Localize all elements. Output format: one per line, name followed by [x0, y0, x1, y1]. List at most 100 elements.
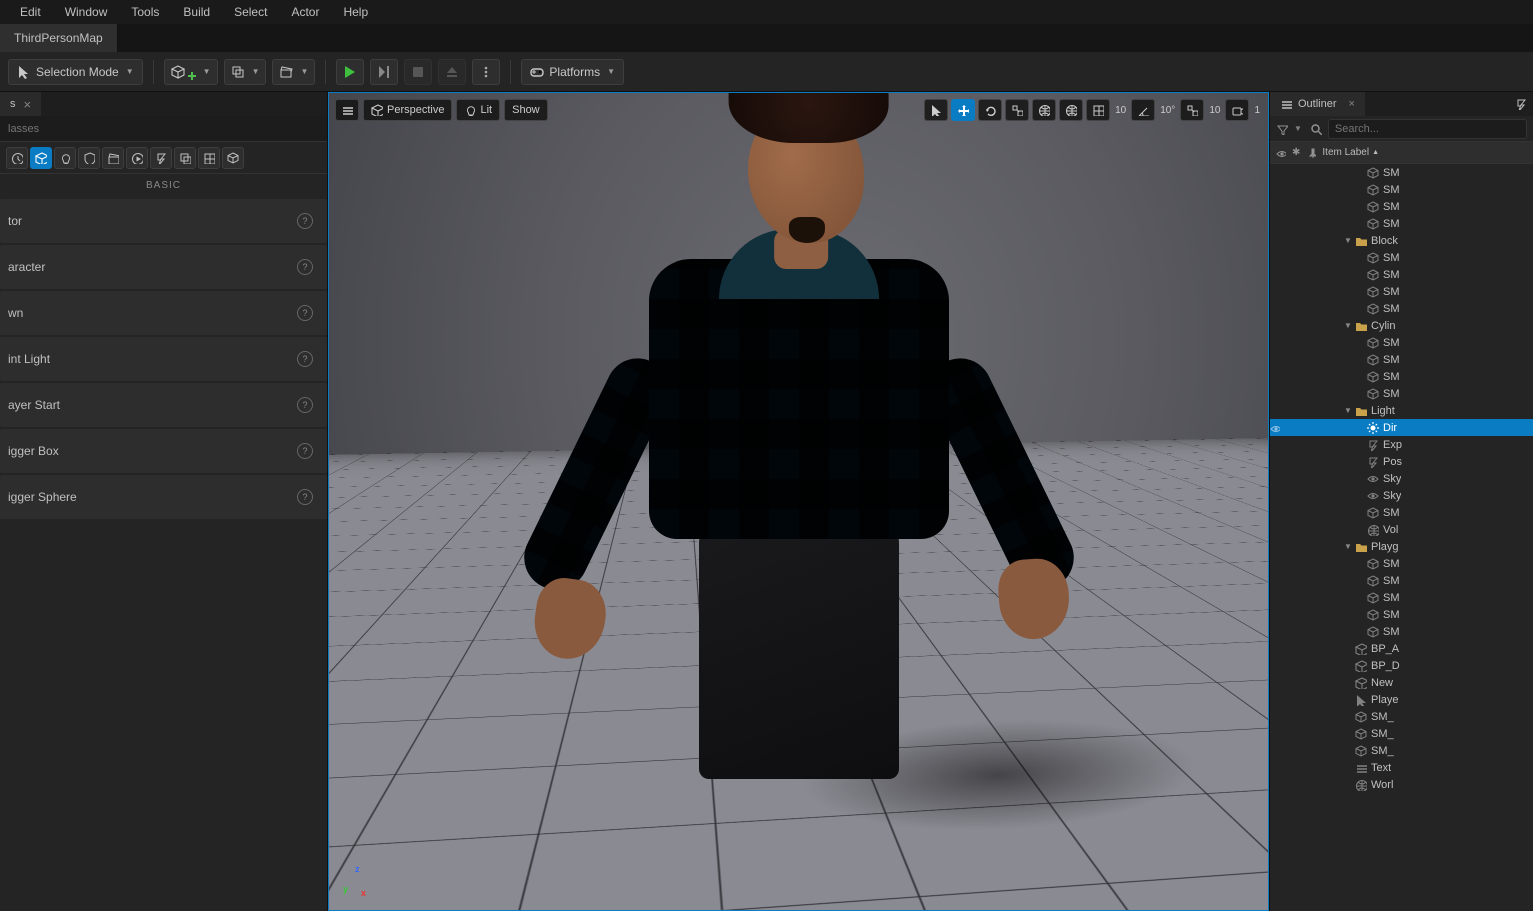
outliner-row[interactable]: SM [1270, 606, 1533, 623]
outliner-row[interactable]: SM [1270, 164, 1533, 181]
filter-basic[interactable] [30, 147, 52, 169]
place-actors-tab[interactable]: s × [0, 92, 41, 116]
menu-help[interactable]: Help [331, 5, 380, 19]
place-actor-item[interactable]: tor? [0, 199, 327, 243]
outliner-row[interactable]: SM [1270, 181, 1533, 198]
camera-speed-value[interactable]: 1 [1254, 105, 1260, 116]
place-actors-search[interactable] [0, 116, 327, 142]
outliner-row[interactable]: SM [1270, 300, 1533, 317]
outliner-row[interactable]: SM [1270, 334, 1533, 351]
translate-tool[interactable] [951, 99, 975, 121]
menu-select[interactable]: Select [222, 5, 279, 19]
surface-snap-toggle[interactable] [1059, 99, 1083, 121]
outliner-row[interactable]: BP_A [1270, 640, 1533, 657]
eject-button[interactable] [438, 59, 466, 85]
outliner-row[interactable]: ▼Playg [1270, 538, 1533, 555]
filter-cinematic[interactable] [102, 147, 124, 169]
grid-snap-value[interactable]: 10 [1115, 105, 1126, 116]
level-tab[interactable]: ThirdPersonMap [0, 24, 118, 52]
play-button[interactable] [336, 59, 364, 85]
menu-edit[interactable]: Edit [8, 5, 53, 19]
place-actor-item[interactable]: ayer Start? [0, 383, 327, 427]
outliner-row[interactable]: Text [1270, 759, 1533, 776]
outliner-row[interactable]: Exp [1270, 436, 1533, 453]
place-actor-item[interactable]: igger Box? [0, 429, 327, 473]
grid-snap-toggle[interactable] [1086, 99, 1110, 121]
close-icon[interactable]: × [24, 97, 32, 112]
perspective-dropdown[interactable]: Perspective [363, 99, 452, 121]
outliner-row[interactable]: Worl [1270, 776, 1533, 793]
outliner-row[interactable]: Dir [1270, 419, 1533, 436]
outliner-row[interactable]: SM [1270, 368, 1533, 385]
filter-icon[interactable] [1276, 123, 1288, 135]
pin-icon[interactable] [1306, 148, 1316, 158]
play-options-button[interactable] [472, 59, 500, 85]
place-actor-item[interactable]: aracter? [0, 245, 327, 289]
outliner-row[interactable]: SM [1270, 555, 1533, 572]
filter-volumes[interactable] [198, 147, 220, 169]
outliner-row[interactable]: ▼Cylin [1270, 317, 1533, 334]
coord-space-toggle[interactable] [1032, 99, 1056, 121]
scale-snap-toggle[interactable] [1180, 99, 1204, 121]
outliner-row[interactable]: SM [1270, 623, 1533, 640]
scale-tool[interactable] [1005, 99, 1029, 121]
outliner-row[interactable]: Vol [1270, 521, 1533, 538]
outliner-row[interactable]: ▼Light [1270, 402, 1533, 419]
step-button[interactable] [370, 59, 398, 85]
outliner-row[interactable]: BP_D [1270, 657, 1533, 674]
help-icon[interactable]: ? [297, 259, 313, 275]
outliner-row[interactable]: SM [1270, 249, 1533, 266]
outliner-row[interactable]: SM [1270, 351, 1533, 368]
place-actor-item[interactable]: igger Sphere? [0, 475, 327, 519]
place-actor-item[interactable]: wn? [0, 291, 327, 335]
outliner-row[interactable]: New [1270, 674, 1533, 691]
details-tab-fragment[interactable] [1509, 92, 1533, 116]
class-search-input[interactable] [8, 123, 319, 135]
menu-tools[interactable]: Tools [119, 5, 171, 19]
scale-snap-value[interactable]: 10 [1209, 105, 1220, 116]
menu-actor[interactable]: Actor [279, 5, 331, 19]
help-icon[interactable]: ? [297, 489, 313, 505]
outliner-row[interactable]: ▼Block [1270, 232, 1533, 249]
filter-fx[interactable] [150, 147, 172, 169]
help-icon[interactable]: ? [297, 213, 313, 229]
outliner-row[interactable]: Sky [1270, 487, 1533, 504]
help-icon[interactable]: ? [297, 305, 313, 321]
menu-window[interactable]: Window [53, 5, 120, 19]
angle-snap-value[interactable]: 10° [1160, 105, 1175, 116]
place-actor-item[interactable]: int Light? [0, 337, 327, 381]
cinematics-dropdown[interactable]: ▼ [272, 59, 315, 85]
outliner-row[interactable]: SM_ [1270, 742, 1533, 759]
viewport-options-menu[interactable] [335, 99, 359, 121]
filter-lights[interactable] [54, 147, 76, 169]
character-mesh[interactable] [569, 92, 1029, 779]
outliner-row[interactable]: Pos [1270, 453, 1533, 470]
blueprint-dropdown[interactable]: ▼ [224, 59, 267, 85]
visibility-toggle[interactable] [1270, 423, 1290, 433]
outliner-row[interactable]: SM [1270, 283, 1533, 300]
help-icon[interactable]: ? [297, 443, 313, 459]
outliner-search-input[interactable] [1328, 119, 1527, 139]
outliner-row[interactable]: SM [1270, 215, 1533, 232]
filter-media[interactable] [126, 147, 148, 169]
outliner-row[interactable]: SM_ [1270, 725, 1533, 742]
menu-build[interactable]: Build [171, 5, 222, 19]
camera-speed[interactable] [1225, 99, 1249, 121]
close-icon[interactable]: × [1349, 98, 1355, 110]
add-content-dropdown[interactable]: ▼ [164, 59, 218, 85]
view-mode-dropdown[interactable]: Lit [456, 99, 500, 121]
rotate-tool[interactable] [978, 99, 1002, 121]
outliner-row[interactable]: Playe [1270, 691, 1533, 708]
outliner-row[interactable]: SM [1270, 504, 1533, 521]
select-tool[interactable] [924, 99, 948, 121]
outliner-row[interactable]: SM [1270, 266, 1533, 283]
filter-geometry[interactable] [174, 147, 196, 169]
outliner-row[interactable]: SM [1270, 589, 1533, 606]
outliner-row[interactable]: SM [1270, 572, 1533, 589]
selection-mode-dropdown[interactable]: Selection Mode ▼ [8, 59, 143, 85]
outliner-tab[interactable]: Outliner × [1270, 92, 1365, 116]
help-icon[interactable]: ? [297, 397, 313, 413]
show-dropdown[interactable]: Show [504, 99, 548, 121]
platforms-dropdown[interactable]: Platforms ▼ [521, 59, 624, 85]
help-icon[interactable]: ? [297, 351, 313, 367]
